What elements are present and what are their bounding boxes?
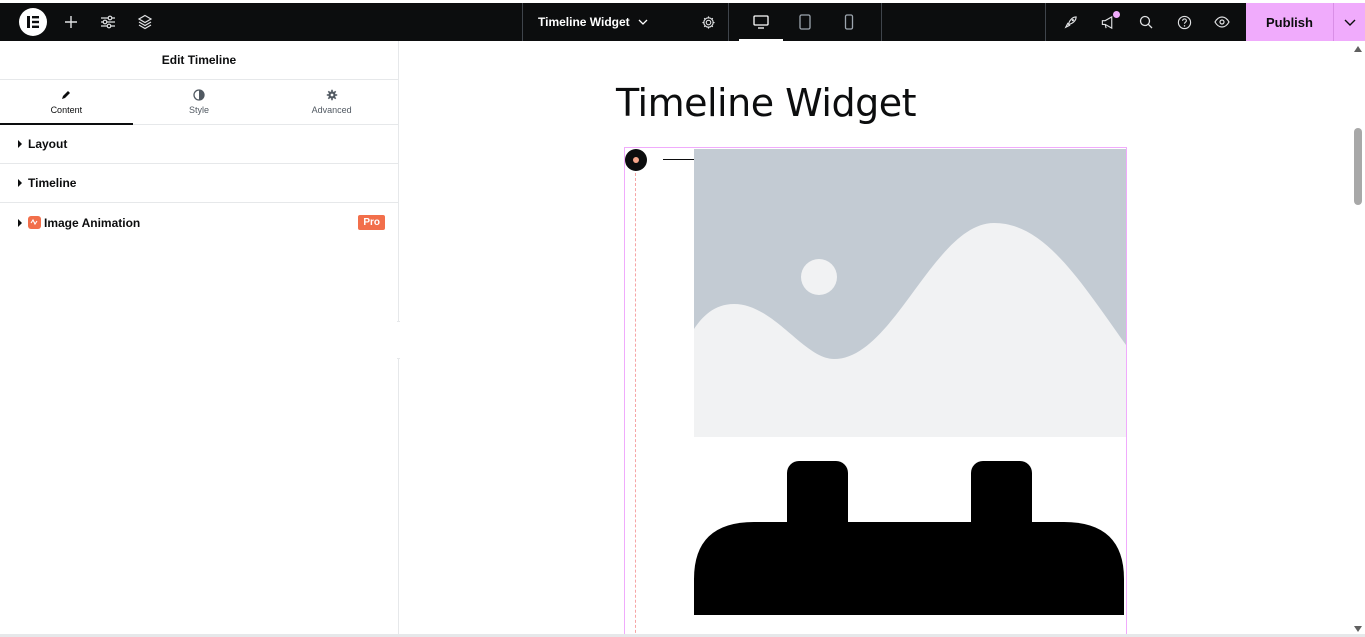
scroll-thumb[interactable]: [1354, 128, 1362, 205]
add-element-button[interactable]: [52, 3, 89, 41]
site-settings-button[interactable]: [89, 3, 126, 41]
page-heading[interactable]: Timeline Widget: [616, 81, 916, 125]
timeline-marker: [625, 149, 647, 171]
section-layout[interactable]: Layout: [0, 125, 398, 164]
caret-right-icon: [18, 218, 22, 227]
editor-panel: Edit Timeline Content Style Advanced Lay…: [0, 41, 399, 637]
page-settings-button[interactable]: [688, 3, 728, 41]
timeline-line: [635, 168, 636, 637]
image-placeholder[interactable]: [694, 149, 1126, 437]
notifications-button[interactable]: [1089, 3, 1127, 41]
search-icon: [1139, 15, 1153, 29]
top-bar-center: Timeline Widget: [522, 3, 882, 41]
tab-label: Content: [50, 105, 83, 115]
section-timeline[interactable]: Timeline: [0, 164, 398, 203]
section-image-animation[interactable]: Image Animation Pro: [0, 203, 398, 242]
structure-button[interactable]: [126, 3, 163, 41]
elementor-logo-icon[interactable]: [19, 8, 47, 36]
publish-button[interactable]: Publish: [1246, 3, 1333, 41]
top-bar-right: Publish: [1045, 3, 1365, 41]
chevron-down-icon: [638, 19, 648, 25]
tab-content[interactable]: Content: [0, 80, 133, 125]
plus-icon: [64, 16, 77, 28]
finder-button[interactable]: [1127, 3, 1165, 41]
tab-style[interactable]: Style: [133, 80, 266, 124]
document-title-dropdown[interactable]: Timeline Widget: [522, 3, 688, 41]
caret-right-icon: [18, 140, 22, 148]
separator: [881, 3, 882, 41]
preview-button[interactable]: [1203, 3, 1241, 41]
launchpad-button[interactable]: [1051, 3, 1089, 41]
notification-dot: [1113, 11, 1120, 18]
mobile-icon: [844, 14, 854, 30]
scroll-down-icon[interactable]: [1354, 626, 1362, 632]
caret-right-icon: [18, 179, 22, 187]
device-mobile-button[interactable]: [827, 3, 871, 41]
tab-label: Style: [189, 105, 210, 115]
tab-label: Advanced: [311, 105, 352, 115]
desktop-icon: [753, 15, 769, 29]
scroll-up-icon[interactable]: [1354, 46, 1362, 52]
preview-canvas: Timeline Widget: [400, 41, 1350, 637]
top-bar: Timeline Widget Publish: [0, 3, 1365, 41]
animation-badge-icon: [28, 216, 41, 229]
marker-dot: [633, 157, 639, 163]
half-circle-icon: [193, 89, 205, 101]
sliders-icon: [100, 15, 115, 29]
help-button[interactable]: [1165, 3, 1203, 41]
device-tablet-button[interactable]: [783, 3, 827, 41]
timeline-widget[interactable]: [624, 147, 1127, 637]
help-icon: [1177, 15, 1191, 29]
panel-tabs: Content Style Advanced: [0, 80, 398, 125]
section-label: Image Animation: [44, 215, 141, 230]
chevron-down-icon: [1344, 19, 1355, 26]
publish-options-button[interactable]: [1333, 3, 1365, 41]
pro-badge: Pro: [358, 215, 385, 230]
tablet-icon: [799, 14, 811, 30]
section-label: Timeline: [28, 176, 77, 190]
gear-icon: [326, 89, 337, 101]
rocket-icon: [1064, 15, 1077, 28]
tab-advanced[interactable]: Advanced: [265, 80, 398, 124]
layers-icon: [137, 14, 152, 30]
top-bar-left: [0, 3, 163, 41]
device-desktop-button[interactable]: [739, 3, 783, 41]
right-icons-group: [1045, 3, 1246, 41]
document-title: Timeline Widget: [538, 15, 630, 29]
panel-title: Edit Timeline: [0, 41, 398, 80]
canvas-scrollbar[interactable]: [1350, 41, 1365, 637]
section-label: Layout: [28, 137, 68, 151]
pencil-icon: [62, 91, 71, 99]
calendar-icon: [694, 461, 1124, 615]
eye-icon: [1214, 16, 1230, 28]
gear-icon: [701, 15, 715, 29]
